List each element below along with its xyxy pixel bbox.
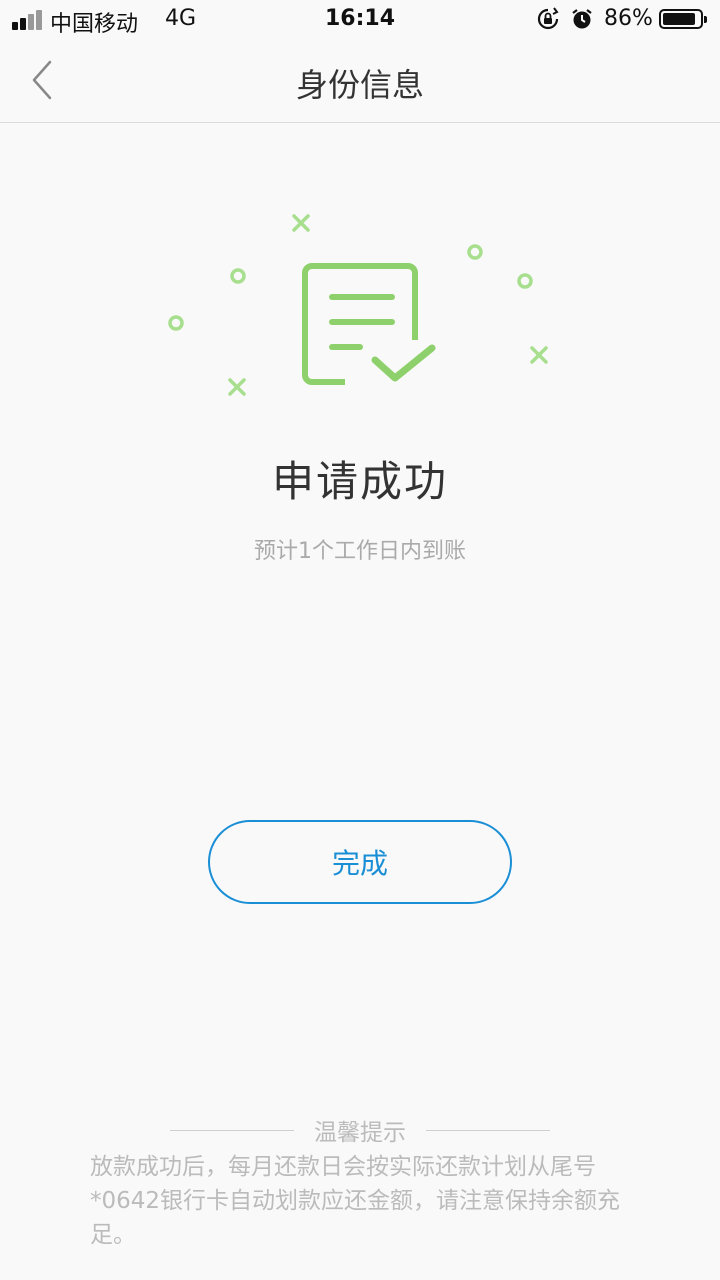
success-title: 申请成功 [271, 457, 448, 506]
decor-circle-icon [230, 268, 246, 284]
success-subtitle: 预计1个工作日内到账 [254, 539, 466, 564]
battery-percent: 86% [604, 6, 653, 31]
page-title: 身份信息 [295, 66, 424, 104]
tips-heading: 温馨提示 [170, 1113, 550, 1147]
decor-circle-icon [517, 273, 533, 289]
status-bar: 中国移动 4G 16:14 86% [0, 0, 720, 40]
success-illustration [168, 214, 548, 396]
battery-icon [659, 9, 707, 29]
document-check-icon [302, 263, 436, 385]
alarm-icon [572, 9, 592, 29]
decor-cross-icon [228, 378, 246, 396]
decor-cross-icon [530, 346, 548, 364]
done-button[interactable]: 完成 [208, 820, 512, 904]
decor-cross-icon [292, 214, 310, 232]
divider [426, 1130, 550, 1131]
tips-text: 放款成功后，每月还款日会按实际还款计划从尾号*0642银行卡自动划款应还金额，请… [90, 1154, 621, 1248]
decor-circle-icon [467, 244, 483, 260]
decor-circle-icon [168, 315, 184, 331]
rotation-lock-icon [537, 7, 559, 30]
navigation-bar: 身份信息 [0, 40, 720, 123]
